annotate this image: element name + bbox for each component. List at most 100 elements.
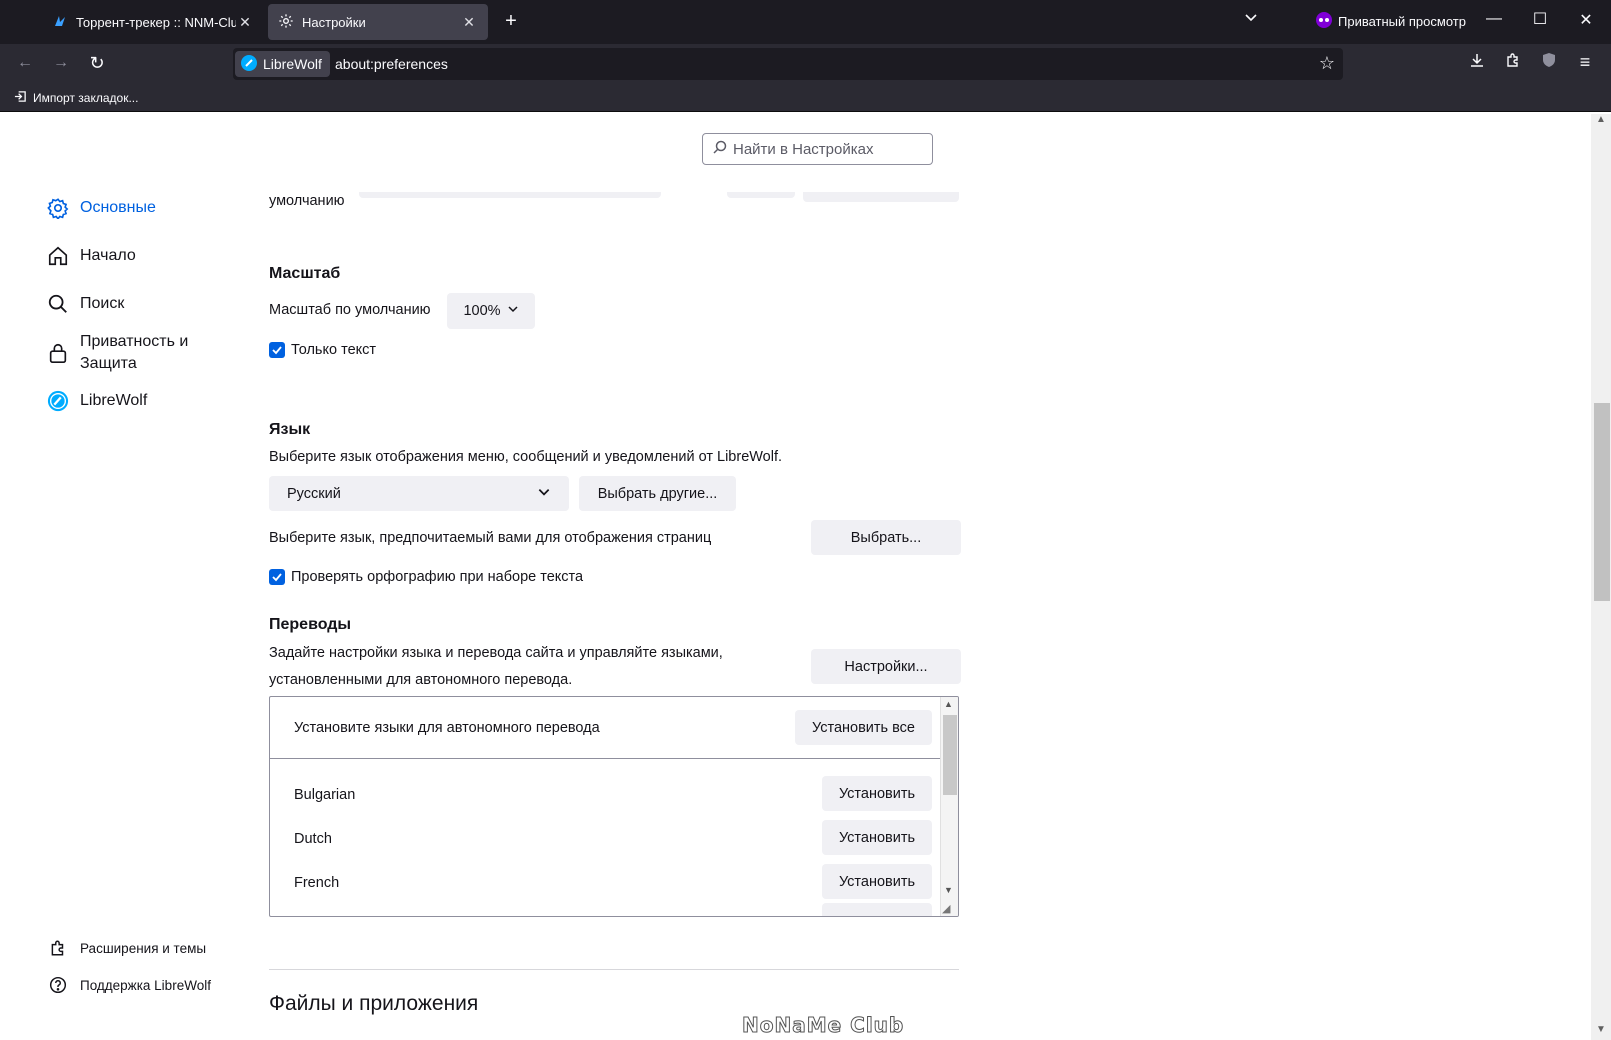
maximize-icon[interactable]: ☐ [1530, 9, 1550, 29]
spellcheck-checkbox[interactable] [269, 569, 285, 585]
private-mask-icon [1316, 12, 1332, 31]
url-input[interactable]: about:preferences [335, 56, 448, 72]
menu-hamburger-icon[interactable]: ≡ [1574, 52, 1596, 73]
tab-settings[interactable]: Настройки ✕ [268, 4, 488, 40]
list-scrollbar[interactable]: ▲ ▼ [940, 697, 958, 916]
list-header-label: Установите языки для автономного перевод… [294, 720, 600, 736]
sidebar-item-search[interactable]: Поиск [46, 292, 124, 316]
default-zoom-select[interactable]: 100% [447, 293, 535, 329]
close-window-icon[interactable]: ✕ [1576, 10, 1596, 30]
cut-dropdown[interactable] [727, 192, 795, 198]
resize-grip-icon[interactable]: ◢ [942, 902, 950, 915]
identity-label: LibreWolf [263, 56, 322, 72]
translations-description-line2: установленными для автономного перевода. [269, 672, 573, 688]
bookmark-star-icon[interactable]: ☆ [1316, 53, 1338, 74]
cut-button[interactable] [803, 192, 959, 202]
language-name: French [294, 875, 340, 891]
import-bookmarks-item[interactable]: Импорт закладок... [14, 90, 138, 106]
settings-search-input[interactable]: Найти в Настройках [702, 133, 933, 165]
spellcheck-checkbox-row[interactable]: Проверять орфографию при наборе текста [269, 569, 583, 585]
page-scroll-down-icon[interactable]: ▼ [1596, 1024, 1606, 1035]
list-item: French Установить [270, 847, 940, 899]
sidebar-item-label: Основные [80, 199, 156, 216]
install-language-button[interactable]: Установить [822, 864, 932, 899]
search-icon [713, 140, 727, 158]
sidebar-item-label: Приватность и Защита [80, 333, 189, 372]
offline-translation-languages-list[interactable]: Установите языки для автономного перевод… [269, 696, 959, 917]
text-only-checkbox-row[interactable]: Только текст [269, 342, 376, 358]
list-all-tabs-icon[interactable] [1240, 10, 1262, 29]
identity-box[interactable]: LibreWolf [235, 51, 330, 77]
language-selected-value: Русский [287, 485, 341, 502]
scrolled-previous-row: умолчанию [269, 192, 959, 212]
import-icon [14, 90, 27, 106]
tab-nnm-club[interactable]: Торрент-трекер :: NNM-Club ✕ [42, 4, 264, 40]
scroll-up-icon[interactable]: ▲ [944, 699, 953, 709]
sidebar-item-label: LibreWolf [80, 392, 148, 409]
sidebar-item-privacy[interactable]: Приватность и Защита [46, 331, 200, 375]
sidebar-footer-addons[interactable]: Расширения и темы [46, 936, 206, 960]
puzzle-icon [46, 936, 70, 960]
sidebar-item-general[interactable]: Основные [46, 196, 156, 220]
choose-other-languages-button[interactable]: Выбрать другие... [579, 476, 736, 511]
close-icon[interactable]: ✕ [236, 14, 254, 31]
search-placeholder: Найти в Настройках [733, 140, 874, 158]
sidebar-footer-label: Поддержка LibreWolf [80, 977, 211, 993]
extensions-puzzle-icon[interactable] [1502, 52, 1524, 73]
zoom-section-title: Масштаб [269, 265, 341, 282]
private-browsing-label: Приватный просмотр [1338, 14, 1466, 29]
minimize-icon[interactable]: — [1484, 10, 1504, 28]
search-icon [46, 292, 70, 316]
language-select[interactable]: Русский [269, 476, 569, 511]
translations-section-title: Переводы [269, 616, 352, 633]
cut-label: умолчанию [269, 193, 345, 209]
librewolf-logo-icon [241, 54, 257, 74]
files-apps-section-title: Файлы и приложения [269, 992, 479, 1015]
language-section-title: Язык [269, 421, 311, 438]
default-zoom-label: Масштаб по умолчанию [269, 302, 431, 318]
language-name: Bulgarian [294, 787, 356, 803]
list-scrollbar-thumb[interactable] [943, 715, 957, 795]
sidebar-item-librewolf[interactable]: LibreWolf [46, 389, 147, 413]
text-only-label: Только текст [291, 342, 377, 358]
list-item: Dutch Установить [270, 803, 940, 855]
cut-dropdown[interactable] [359, 192, 661, 198]
lock-icon [46, 341, 70, 365]
sidebar-footer-label: Расширения и темы [80, 940, 207, 956]
chevron-down-icon [537, 485, 551, 503]
forward-icon[interactable]: → [50, 54, 72, 72]
librewolf-icon [46, 389, 70, 413]
gear-icon [278, 13, 296, 32]
sidebar-item-label: Начало [80, 247, 136, 264]
tab-title: Настройки [302, 14, 366, 30]
gear-icon [46, 196, 70, 220]
close-icon[interactable]: ✕ [460, 14, 478, 31]
translations-settings-button[interactable]: Настройки... [811, 649, 961, 684]
watermark-logo: NoNaMe Club [741, 1013, 905, 1038]
help-icon [46, 973, 70, 997]
page-scrollbar-thumb[interactable] [1594, 403, 1610, 601]
sidebar-footer-support[interactable]: Поддержка LibreWolf [46, 973, 211, 997]
text-only-checkbox[interactable] [269, 342, 285, 358]
ublock-shield-icon[interactable] [1538, 52, 1560, 73]
downloads-icon[interactable] [1466, 52, 1488, 73]
import-bookmarks-label: Импорт закладок... [33, 91, 139, 105]
install-language-button-partial[interactable] [822, 903, 932, 916]
language-description: Выберите язык отображения меню, сообщени… [269, 449, 783, 465]
list-header-row: Установите языки для автономного перевод… [270, 697, 940, 759]
reload-icon[interactable]: ↻ [86, 53, 108, 74]
page-scroll-up-icon[interactable]: ▲ [1596, 114, 1606, 125]
list-item: Bulgarian Установить [270, 759, 940, 811]
scroll-down-icon[interactable]: ▼ [944, 885, 953, 895]
page-language-label: Выберите язык, предпочитаемый вами для о… [269, 530, 712, 546]
new-tab-icon[interactable]: + [500, 10, 522, 33]
install-all-button[interactable]: Установить все [795, 710, 932, 745]
back-icon[interactable]: ← [14, 54, 36, 72]
sidebar-item-label: Поиск [80, 295, 125, 312]
home-icon [46, 244, 70, 268]
site-favicon-icon [52, 13, 70, 32]
sidebar-item-home[interactable]: Начало [46, 244, 136, 268]
default-zoom-value: 100% [463, 303, 501, 319]
private-browsing-indicator: Приватный просмотр [1316, 12, 1466, 31]
choose-page-language-button[interactable]: Выбрать... [811, 520, 961, 555]
